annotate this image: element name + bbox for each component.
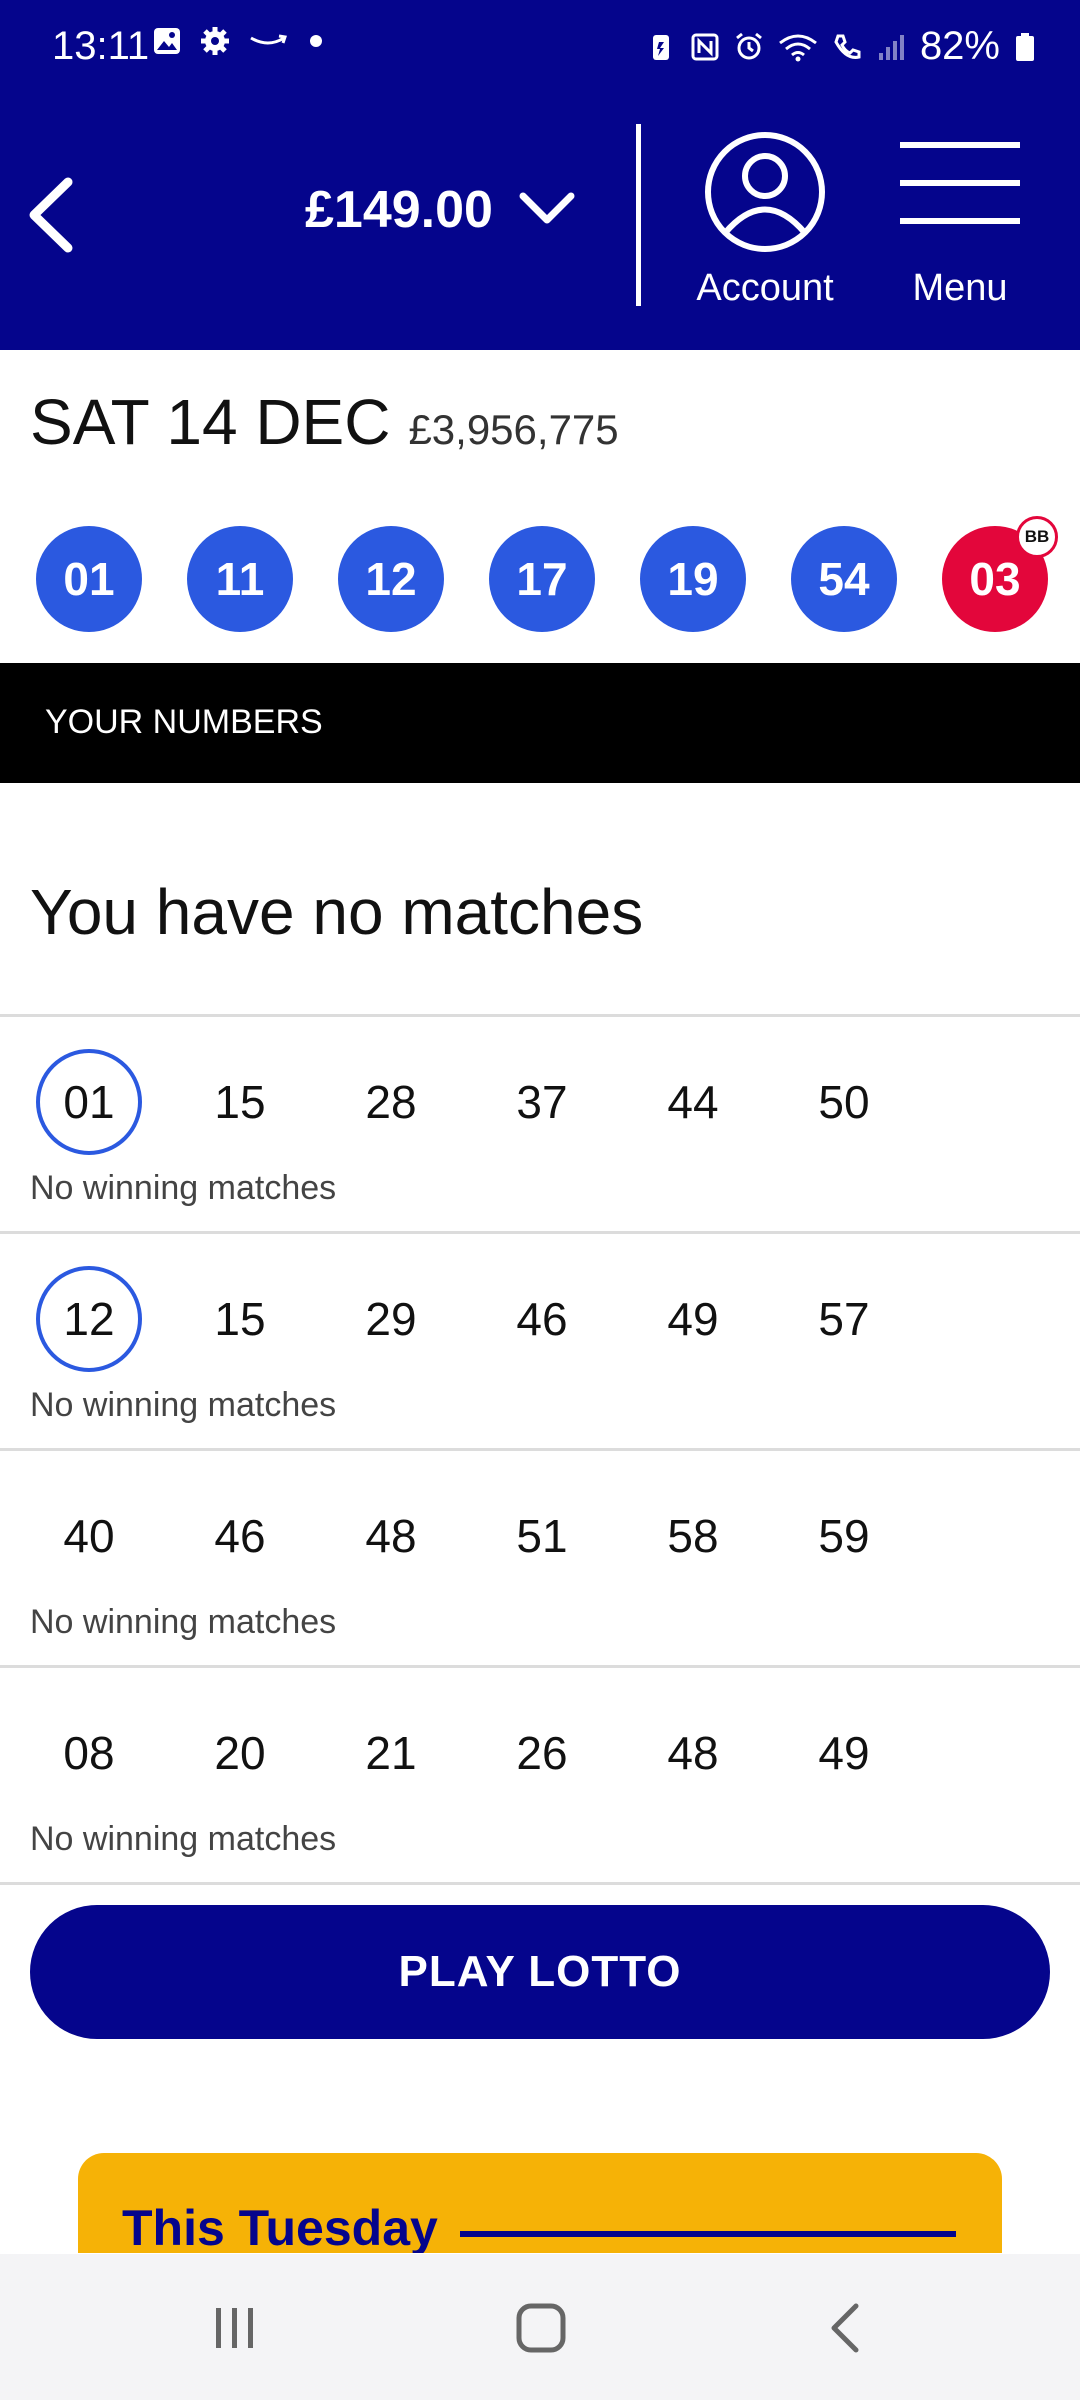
ticket-lines: 01 15 28 37 44 50 No winning matches 12 15 29 46 49… — [0, 1014, 1080, 1885]
promo-title: This Tuesday — [122, 2200, 438, 2253]
winning-ball: 19 — [640, 526, 746, 632]
amazon-icon — [250, 34, 287, 45]
ticket-number: 59 — [818, 1510, 870, 1562]
promo-divider — [460, 2231, 956, 2237]
wifi-call-icon — [834, 34, 861, 59]
winning-ball: 01 — [36, 526, 142, 632]
ticket-number: 15 — [214, 1076, 266, 1128]
ticket-number: 51 — [516, 1510, 568, 1562]
menu-label: Menu — [912, 267, 1008, 309]
dot-icon — [310, 35, 322, 47]
promo-card[interactable]: This Tuesday — [78, 2153, 1002, 2253]
hamburger-menu-icon — [900, 142, 1020, 224]
ticket-line: 01 15 28 37 44 50 No winning matches — [0, 1014, 1080, 1231]
gallery-icon — [154, 28, 180, 54]
app-header: 13:11 82% £149.00 Account Menu — [0, 0, 1080, 350]
battery-icon — [1016, 32, 1034, 61]
draw-date: SAT 14 DEC — [30, 386, 391, 458]
ticket-number: 49 — [667, 1293, 719, 1345]
ticket-number: 28 — [365, 1076, 417, 1128]
winning-ball: 54 — [791, 526, 897, 632]
ticket-number: 20 — [214, 1727, 266, 1779]
ticket-line: 08 20 21 26 48 49 No winning matches — [0, 1665, 1080, 1885]
menu-button[interactable]: Menu — [890, 130, 1030, 310]
ticket-number: 49 — [818, 1727, 870, 1779]
ticket-number: 57 — [818, 1293, 870, 1345]
your-numbers-bar: YOUR NUMBERS — [0, 663, 1080, 783]
line-status: No winning matches — [30, 1603, 337, 1641]
ticket-number: 48 — [365, 1510, 417, 1562]
ticket-number: 29 — [365, 1293, 417, 1345]
winning-balls: 01 11 12 17 19 54 03 BB — [36, 516, 1058, 632]
home-icon[interactable] — [506, 2298, 576, 2358]
winning-ball: 11 — [187, 526, 293, 632]
account-icon — [705, 132, 825, 252]
bonus-ball: 03 BB — [942, 516, 1058, 632]
ticket-number: 21 — [365, 1727, 417, 1779]
battery-percent: 82% — [919, 24, 1000, 68]
ticket-number: 40 — [63, 1510, 115, 1562]
settings-icon — [201, 27, 229, 55]
matched-number: 12 — [36, 1266, 142, 1372]
line-status: No winning matches — [30, 1169, 337, 1207]
your-numbers-title: YOUR NUMBERS — [45, 703, 323, 741]
ticket-number: 44 — [667, 1076, 719, 1128]
account-label: Account — [696, 267, 834, 309]
line-status: No winning matches — [30, 1820, 337, 1858]
header-divider — [636, 124, 641, 306]
recent-apps-icon[interactable] — [200, 2298, 270, 2358]
draw-header: SAT 14 DEC £3,956,775 — [30, 385, 619, 459]
winning-ball: 12 — [338, 526, 444, 632]
play-lotto-button[interactable]: PLAY LOTTO — [30, 1905, 1050, 2039]
bonus-ball-badge: BB — [1016, 516, 1058, 558]
nfc-icon — [691, 33, 719, 60]
winning-ball: 17 — [489, 526, 595, 632]
account-button[interactable]: Account — [680, 130, 850, 310]
ticket-number: 50 — [818, 1076, 870, 1128]
draw-prize: £3,956,775 — [408, 406, 619, 453]
signal-icon — [878, 34, 904, 60]
system-nav-bar — [0, 2254, 1080, 2400]
ticket-line: 40 46 48 51 58 59 No winning matches — [0, 1448, 1080, 1665]
result-message: You have no matches — [30, 876, 644, 948]
balance-dropdown[interactable]: £149.00 — [305, 180, 575, 240]
ticket-number: 48 — [667, 1727, 719, 1779]
status-time: 13:11 — [52, 24, 150, 68]
wifi-icon — [779, 34, 817, 61]
line-status: No winning matches — [30, 1386, 337, 1424]
ticket-number: 46 — [516, 1293, 568, 1345]
ticket-number: 15 — [214, 1293, 266, 1345]
battery-saver-icon — [652, 34, 669, 60]
ticket-number: 46 — [214, 1510, 266, 1562]
matched-number: 01 — [36, 1049, 142, 1155]
balance-amount: £149.00 — [305, 181, 493, 239]
alarm-icon — [736, 32, 762, 59]
ticket-number: 58 — [667, 1510, 719, 1562]
ticket-number: 37 — [516, 1076, 568, 1128]
ticket-number: 08 — [63, 1727, 115, 1779]
chevron-down-icon — [519, 192, 575, 224]
ticket-line: 12 15 29 46 49 57 No winning matches — [0, 1231, 1080, 1448]
ticket-number: 26 — [516, 1727, 568, 1779]
back-nav-icon[interactable] — [810, 2298, 880, 2358]
back-arrow-icon[interactable] — [20, 170, 80, 260]
bonus-ball-number: 03 — [969, 553, 1021, 605]
status-bar: 13:11 82% — [0, 0, 1080, 100]
